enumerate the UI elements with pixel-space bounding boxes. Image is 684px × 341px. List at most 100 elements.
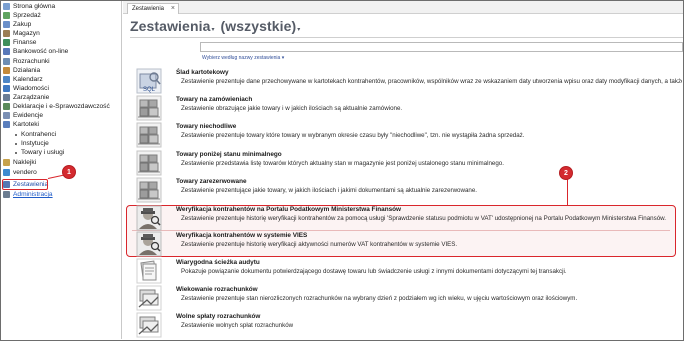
chevron-down-icon[interactable]: ▾: [211, 26, 214, 33]
payments-report-icon[interactable]: [136, 285, 162, 311]
page-title: Zestawienia ▾ (wszystkie) ▾: [130, 18, 306, 34]
sidebar-item-label: Ewidencje: [13, 112, 44, 119]
records-icon: [3, 112, 10, 119]
close-icon[interactable]: ×: [171, 4, 175, 14]
report-row[interactable]: Wiekowanie rozrachunków Zestawienie preze…: [130, 285, 683, 312]
sidebar-subitem-label: Kontrahenci: [21, 131, 57, 138]
bullet-icon: [15, 133, 17, 136]
vendero-icon: [3, 169, 10, 176]
sidebar-item-kalendarz[interactable]: Kalendarz: [3, 75, 43, 84]
report-row[interactable]: Wiarygodna ścieżka audytu Pokazuje powiąz…: [130, 258, 683, 285]
sidebar-item-administracja[interactable]: Administracja: [3, 190, 53, 199]
chevron-down-icon[interactable]: ▾: [297, 26, 300, 33]
sidebar-item-label: Administracja: [13, 191, 53, 198]
sidebar-subitem-towary[interactable]: Towary i usługi: [15, 148, 64, 157]
sales-icon: [3, 12, 10, 19]
sidebar-subitem-label: Instytucje: [21, 140, 49, 147]
calendar-icon: [3, 76, 10, 83]
files-icon: [3, 121, 10, 128]
report-description: Zestawienie prezentuje historię weryfika…: [181, 241, 458, 248]
filter-dropdown[interactable]: (wszystkie): [220, 18, 296, 34]
report-title[interactable]: Towary na zamówieniach: [176, 96, 252, 103]
sidebar-item-wiadomosci[interactable]: Wiadomości: [3, 84, 49, 93]
purchase-icon: [3, 21, 10, 28]
bullet-icon: [15, 151, 17, 154]
report-description: Zestawienie prezentuje stan nierozliczon…: [181, 295, 578, 302]
sidebar-item-strona-glowna[interactable]: Strona główna: [3, 2, 55, 11]
sidebar-item-label: Magazyn: [13, 30, 40, 37]
stock-report-icon[interactable]: [136, 150, 162, 176]
sidebar-item-label: Sprzedaż: [13, 12, 41, 19]
report-row[interactable]: Weryfikacja kontrahentów na Portalu Poda…: [130, 205, 683, 232]
sidebar-item-label: Kartoteki: [13, 121, 40, 128]
report-title[interactable]: Wolne spłaty rozrachunków: [176, 313, 260, 320]
stock-report-icon[interactable]: [136, 177, 162, 203]
report-title[interactable]: Wiarygodna ścieżka audytu: [176, 259, 260, 266]
sidebar-item-label: Rozrachunki: [13, 58, 50, 65]
sidebar-item-bankowosc[interactable]: Bankowość on-line: [3, 47, 68, 56]
callout-badge-1: 1: [62, 165, 76, 179]
sidebar-item-label: Deklaracje i e-Sprawozdawczość: [13, 103, 110, 110]
sidebar-item-zarzadzanie[interactable]: Zarządzanie: [3, 93, 49, 102]
report-title[interactable]: Ślad kartotekowy: [176, 69, 229, 76]
sidebar-item-ewidencje[interactable]: Ewidencje: [3, 111, 43, 120]
report-description: Zestawienie przedstawia listę towarów kt…: [181, 160, 504, 167]
sidebar-item-label: Zarządzanie: [13, 94, 50, 101]
sidebar-item-label: Działania: [13, 67, 41, 74]
report-row[interactable]: Towary na zamówieniach Zestawienie obrazu…: [130, 95, 683, 122]
report-row[interactable]: Weryfikacja kontrahentów w systemie VIES…: [130, 231, 683, 258]
report-row[interactable]: SQL Ślad kartotekowy Zestawienie prezentuj…: [130, 68, 683, 95]
divider: [130, 37, 683, 38]
sidebar-item-sprzedaz[interactable]: Sprzedaż: [3, 11, 41, 20]
stock-report-icon[interactable]: [136, 122, 162, 148]
report-row[interactable]: Towary niechodliwe Zestawienie prezentuje…: [130, 122, 683, 149]
stock-report-icon[interactable]: [136, 95, 162, 121]
report-description: Zestawienie prezentuje dane przechowywan…: [181, 78, 682, 85]
report-description: Zestawienie wolnych spłat rozrachunków: [181, 322, 294, 329]
sidebar-item-rozrachunki[interactable]: Rozrachunki: [3, 57, 50, 66]
report-row[interactable]: Towary poniżej stanu minimalnego Zestawie…: [130, 150, 683, 177]
declarations-icon: [3, 103, 10, 110]
sidebar-item-magazyn[interactable]: Magazyn: [3, 29, 40, 38]
sidebar-item-naklejki[interactable]: Naklejki: [3, 158, 36, 167]
sidebar-item-kartoteki[interactable]: Kartoteki: [3, 120, 39, 129]
finance-icon: [3, 39, 10, 46]
inspector-report-icon[interactable]: [136, 205, 162, 231]
tab-zestawienia[interactable]: Zestawienia ×: [127, 3, 180, 14]
sidebar-item-label: Finanse: [13, 39, 37, 46]
search-input[interactable]: [200, 42, 683, 52]
sidebar-item-label: Strona główna: [13, 3, 56, 10]
sidebar-item-zakup[interactable]: Zakup: [3, 20, 31, 29]
inspector-report-icon[interactable]: [136, 231, 162, 257]
report-title[interactable]: Wiekowanie rozrachunków: [176, 286, 258, 293]
sidebar-item-deklaracje[interactable]: Deklaracje i e-Sprawozdawczość: [3, 102, 110, 111]
report-title[interactable]: Weryfikacja kontrahentów na Portalu Poda…: [176, 206, 401, 213]
sidebar-item-vendero[interactable]: vendero: [3, 168, 37, 177]
actions-icon: [3, 67, 10, 74]
sidebar-item-label: vendero: [13, 169, 37, 176]
svg-text:SQL: SQL: [143, 87, 156, 93]
report-title[interactable]: Weryfikacja kontrahentów w systemie VIES: [176, 232, 307, 239]
bullet-icon: [15, 142, 17, 145]
documents-report-icon[interactable]: [136, 258, 162, 284]
home-icon: [3, 3, 10, 10]
search-mode-dropdown[interactable]: Wybierz według nazwy zestawienia ▾: [202, 55, 284, 61]
page-title-text: Zestawienia: [130, 18, 211, 34]
sidebar-subitem-kontrahenci[interactable]: Kontrahenci: [15, 130, 56, 139]
sql-report-icon[interactable]: SQL: [136, 68, 162, 94]
sidebar-item-label: Wiadomości: [13, 85, 49, 92]
payments-report-icon[interactable]: [136, 312, 162, 338]
report-title[interactable]: Towary zarezerwowane: [176, 178, 247, 185]
warehouse-icon: [3, 30, 10, 37]
report-title[interactable]: Towary poniżej stanu minimalnego: [176, 151, 282, 158]
report-title[interactable]: Towary niechodliwe: [176, 123, 236, 130]
sidebar-subitem-instytucje[interactable]: Instytucje: [15, 139, 49, 148]
sidebar-item-finanse[interactable]: Finanse: [3, 38, 36, 47]
bank-icon: [3, 48, 10, 55]
report-row[interactable]: Towary zarezerwowane Zestawienie prezentu…: [130, 177, 683, 204]
report-row[interactable]: Wolne spłaty rozrachunków Zestawienie wol…: [130, 312, 683, 339]
sidebar-item-dzialania[interactable]: Działania: [3, 66, 40, 75]
sidebar-item-label: Naklejki: [13, 159, 37, 166]
stickers-icon: [3, 159, 10, 166]
sidebar-item-label: Bankowość on-line: [13, 48, 69, 55]
